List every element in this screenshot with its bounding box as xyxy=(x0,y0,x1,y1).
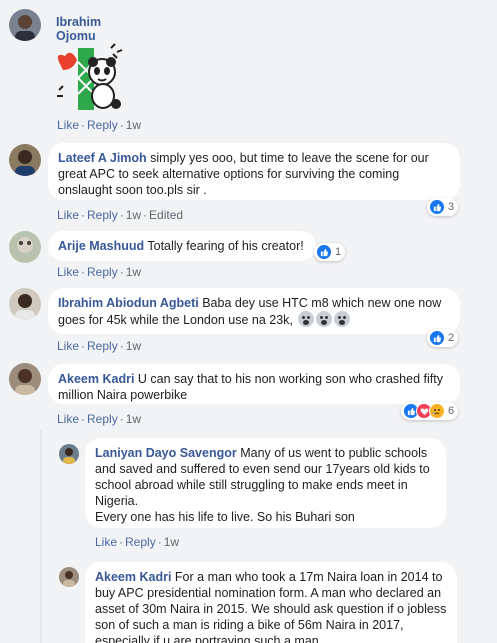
comment-author[interactable]: Arije Mashuud xyxy=(58,239,144,253)
timestamp[interactable]: 1w xyxy=(126,118,141,132)
avatar[interactable] xyxy=(9,363,41,395)
reply-link[interactable]: Reply xyxy=(87,208,118,222)
avatar[interactable] xyxy=(59,444,79,464)
like-link[interactable]: Like xyxy=(57,208,79,222)
timestamp[interactable]: 1w xyxy=(164,535,179,549)
like-icon xyxy=(429,199,445,215)
comment-author[interactable]: Ibrahim Abiodun Agbeti xyxy=(58,296,199,310)
comment-text: Totally fearing of his creator! xyxy=(147,239,304,253)
reaction-count: 3 xyxy=(448,201,455,213)
comment-actions: Like · Reply · 1w · Edited xyxy=(57,208,184,222)
comment-author[interactable]: Akeem Kadri xyxy=(58,372,134,386)
comment-actions: Like · Reply · 1w xyxy=(57,339,142,353)
comment-bubble: Laniyan Dayo Savengor Many of us went to… xyxy=(85,438,446,528)
like-link[interactable]: Like xyxy=(95,535,117,549)
like-link[interactable]: Like xyxy=(57,339,79,353)
reply-link[interactable]: Reply xyxy=(87,412,118,426)
like-link[interactable]: Like xyxy=(57,118,79,132)
reply-link[interactable]: Reply xyxy=(125,535,156,549)
timestamp[interactable]: 1w xyxy=(126,265,141,279)
timestamp[interactable]: 1w xyxy=(126,412,141,426)
comment-actions: Like · Reply · 1w xyxy=(95,535,180,549)
reaction-summary[interactable]: 1 xyxy=(314,243,346,261)
comment-author[interactable]: Akeem Kadri xyxy=(95,570,171,584)
like-link[interactable]: Like xyxy=(57,412,79,426)
reaction-count: 1 xyxy=(335,246,342,258)
comment-author[interactable]: Ibrahim Ojomu xyxy=(56,15,101,43)
comment-actions: Like · Reply · 1w xyxy=(57,265,142,279)
avatar[interactable] xyxy=(9,144,41,176)
reaction-count: 2 xyxy=(448,332,455,344)
comment-author[interactable]: Lateef A Jimoh xyxy=(58,151,147,165)
like-link[interactable]: Like xyxy=(57,265,79,279)
reaction-summary[interactable]: 6 xyxy=(401,402,459,420)
comment-bubble: Lateef A Jimoh simply yes ooo, but time … xyxy=(48,143,460,200)
timestamp[interactable]: 1w xyxy=(126,208,141,222)
comment-bubble: Akeem Kadri For a man who took a 17m Nai… xyxy=(85,562,457,643)
reply-link[interactable]: Reply xyxy=(87,339,118,353)
comment-bubble: Arije Mashuud Totally fearing of his cre… xyxy=(48,231,316,261)
avatar[interactable] xyxy=(9,9,41,41)
comment-bubble: Akeem Kadri U can say that to his non wo… xyxy=(48,364,460,404)
reaction-summary[interactable]: 3 xyxy=(427,198,459,216)
reaction-summary[interactable]: 2 xyxy=(427,329,459,347)
like-icon xyxy=(316,244,332,260)
comment-author[interactable]: Laniyan Dayo Savengor xyxy=(95,446,237,460)
comment-text-line-2: Every one has his life to live. So his B… xyxy=(95,510,355,524)
reply-link[interactable]: Reply xyxy=(87,265,118,279)
reaction-count: 6 xyxy=(448,405,455,417)
sad-icon xyxy=(429,403,445,419)
scream-emoji xyxy=(316,311,333,327)
comment-actions: Like · Reply · 1w xyxy=(57,412,142,426)
avatar[interactable] xyxy=(59,567,79,587)
comment-bubble: Ibrahim Abiodun Agbeti Baba dey use HTC … xyxy=(48,288,460,334)
panda-sticker xyxy=(53,40,127,114)
avatar[interactable] xyxy=(9,288,41,320)
reply-link[interactable]: Reply xyxy=(87,118,118,132)
edited-label[interactable]: Edited xyxy=(149,208,183,222)
timestamp[interactable]: 1w xyxy=(126,339,141,353)
avatar[interactable] xyxy=(9,231,41,263)
reply-thread-line xyxy=(40,430,42,643)
scream-emoji xyxy=(334,311,351,327)
like-icon xyxy=(429,330,445,346)
scream-emoji xyxy=(298,311,315,327)
comment-actions: Like · Reply · 1w xyxy=(57,118,142,132)
